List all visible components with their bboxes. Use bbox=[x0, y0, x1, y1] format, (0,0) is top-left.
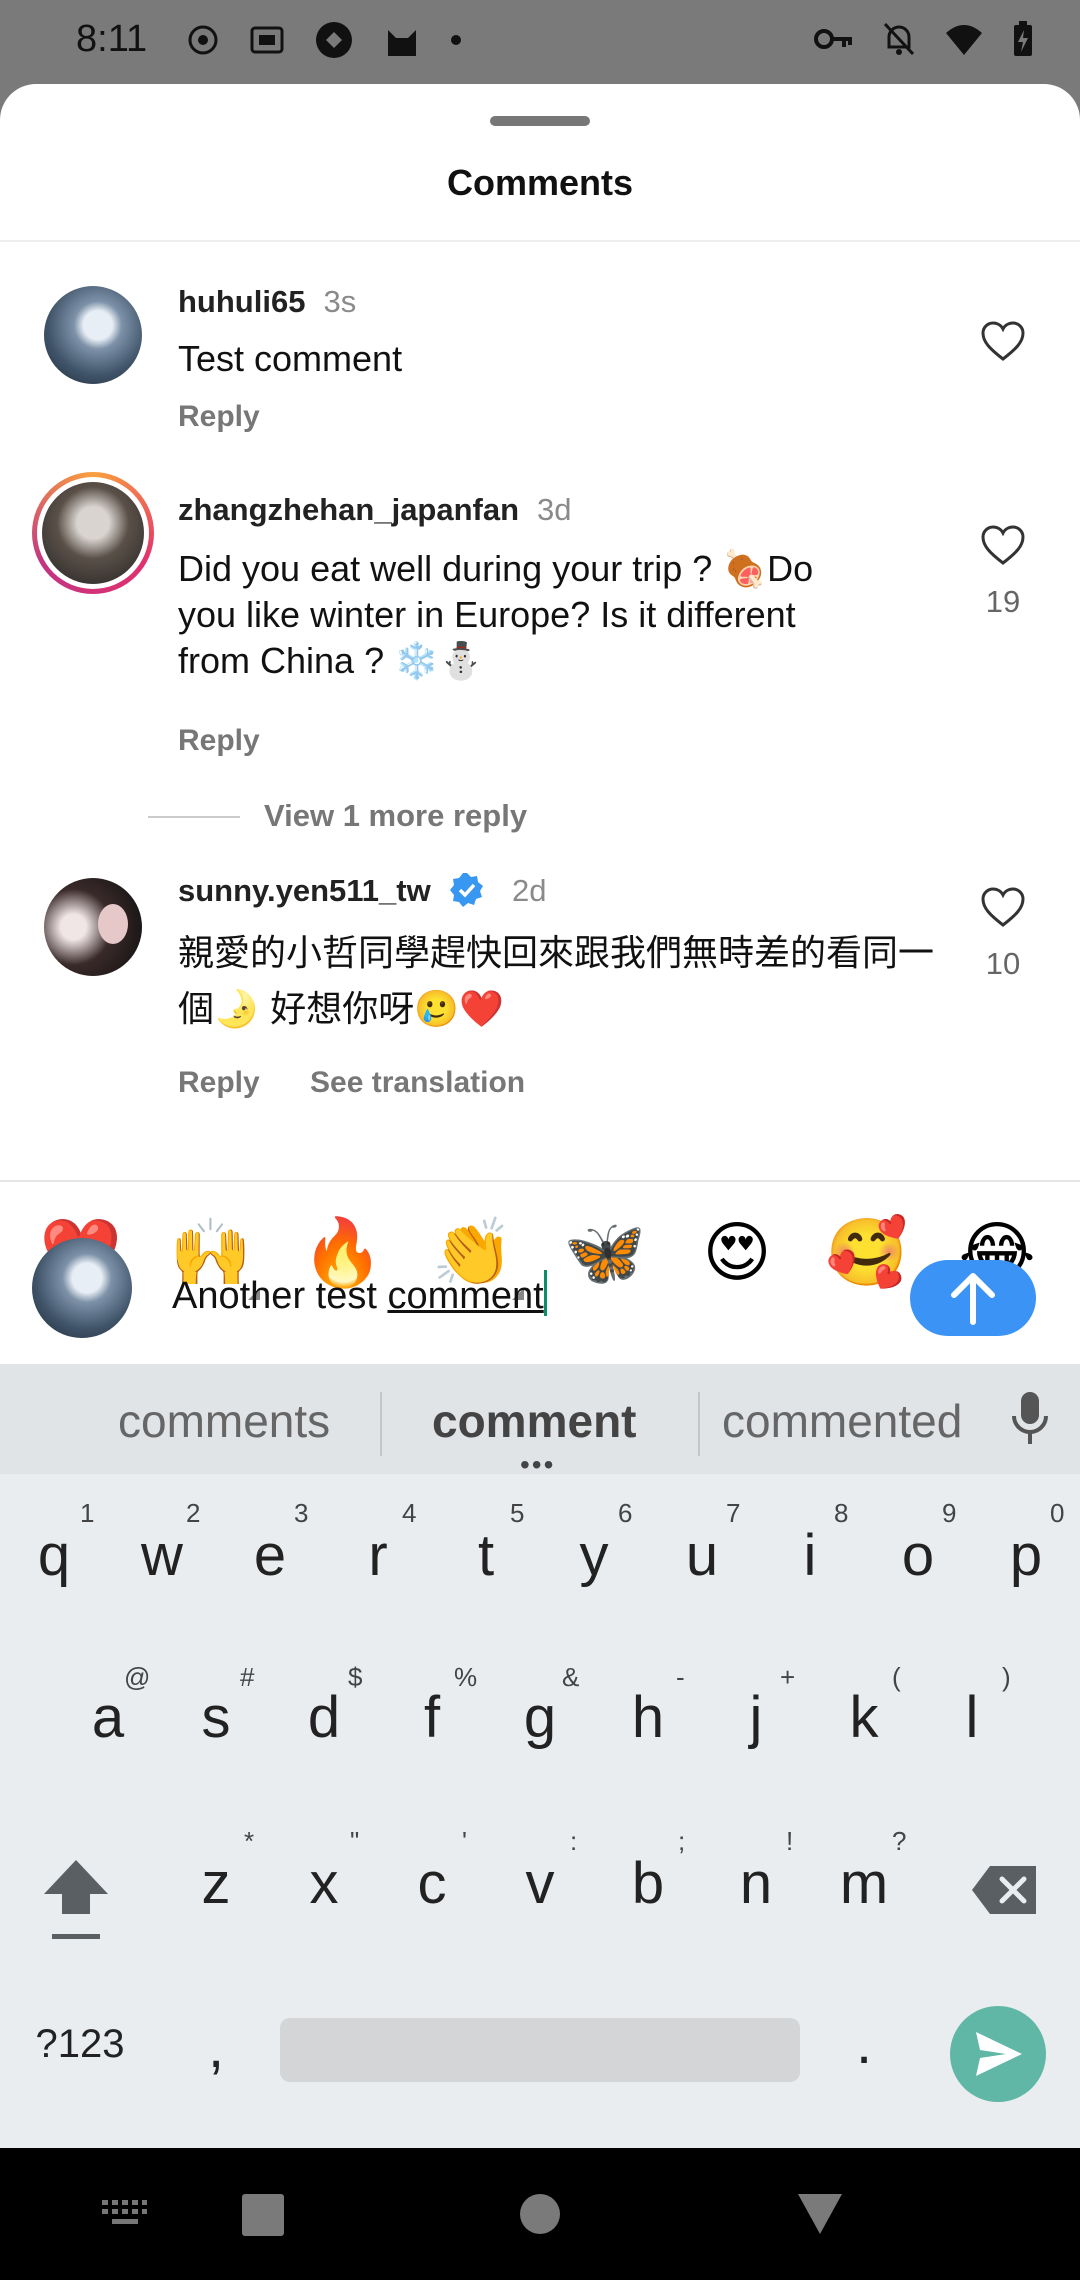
comment-composer: Another test comment bbox=[0, 1230, 1080, 1364]
reply-button[interactable]: Reply bbox=[178, 400, 260, 434]
view-more-replies-button[interactable]: View 1 more reply bbox=[264, 798, 527, 834]
key-e[interactable]: e bbox=[220, 1522, 320, 1589]
suggestion-center[interactable]: comment bbox=[432, 1394, 636, 1448]
comment-text: Did you eat well during your trip ? 🍖Do … bbox=[178, 548, 814, 681]
key-w[interactable]: w bbox=[112, 1522, 212, 1589]
app-icon bbox=[316, 22, 352, 58]
cat-icon bbox=[388, 30, 416, 56]
comment-text: Test comment bbox=[178, 338, 403, 379]
keyboard-switch-icon[interactable] bbox=[100, 2198, 148, 2228]
comment-list[interactable]: huhuli65 3s Test comment Reply zhangzheha… bbox=[0, 242, 1080, 1180]
reply-button[interactable]: Reply bbox=[178, 1066, 260, 1099]
key-d[interactable]: d bbox=[274, 1684, 374, 1751]
comment-item: zhangzhehan_japanfan 3d Did you eat well … bbox=[0, 472, 1080, 842]
comments-sheet: Comments huhuli65 3s Test comment Reply z… bbox=[0, 84, 1080, 1364]
battery-icon bbox=[1014, 21, 1032, 56]
key-t[interactable]: t bbox=[436, 1522, 536, 1589]
key-s[interactable]: s bbox=[166, 1684, 266, 1751]
key-n[interactable]: n bbox=[706, 1850, 806, 1917]
divider bbox=[0, 1180, 1080, 1182]
comment-time: 3d bbox=[537, 492, 572, 527]
reply-button[interactable]: Reply bbox=[178, 724, 260, 758]
key-p[interactable]: p bbox=[976, 1522, 1076, 1589]
comment-time: 2d bbox=[511, 873, 547, 908]
avatar[interactable] bbox=[32, 472, 154, 594]
key-l[interactable]: l bbox=[922, 1684, 1022, 1751]
comment-input[interactable]: Another test comment bbox=[172, 1270, 547, 1318]
key-c[interactable]: c bbox=[382, 1850, 482, 1917]
suggestion-right[interactable]: commented bbox=[722, 1394, 962, 1448]
arrow-up-icon bbox=[951, 1273, 995, 1325]
username[interactable]: huhuli65 bbox=[178, 284, 305, 319]
home-button[interactable] bbox=[520, 2194, 560, 2234]
key-f[interactable]: f bbox=[382, 1684, 482, 1751]
dot-icon bbox=[451, 35, 461, 45]
more-suggestions-icon[interactable]: ••• bbox=[520, 1451, 555, 1479]
username[interactable]: zhangzhehan_japanfan bbox=[178, 492, 519, 527]
divider bbox=[148, 816, 240, 818]
comment-text: 親愛的小哲同學趕快回來跟我們無時差的看同一個🌛 好想你呀🥲❤️ bbox=[178, 933, 935, 1030]
key-comma[interactable]: , bbox=[166, 2014, 266, 2081]
send-icon bbox=[976, 2032, 1022, 2076]
symbols-key[interactable]: ?123 bbox=[20, 2022, 140, 2067]
comment-time: 3s bbox=[323, 284, 357, 319]
suggestion-bar: comments comment commented ••• bbox=[0, 1364, 1080, 1479]
navigation-bar bbox=[0, 2148, 1080, 2280]
suggestion-left[interactable]: comments bbox=[118, 1394, 330, 1448]
like-count: 19 bbox=[985, 584, 1021, 619]
key-b[interactable]: b bbox=[598, 1850, 698, 1917]
enter-key[interactable] bbox=[950, 2006, 1046, 2102]
divider bbox=[380, 1392, 382, 1456]
key-m[interactable]: m bbox=[814, 1850, 914, 1917]
avatar[interactable] bbox=[44, 286, 142, 384]
status-time: 8:11 bbox=[76, 18, 148, 60]
status-bar: 8:11 bbox=[0, 0, 1080, 84]
key-k[interactable]: k bbox=[814, 1684, 914, 1751]
microphone-icon[interactable] bbox=[1010, 1390, 1050, 1448]
recents-button[interactable] bbox=[242, 2194, 284, 2236]
current-user-avatar bbox=[32, 1238, 132, 1338]
username[interactable]: sunny.yen511_tw bbox=[178, 873, 431, 908]
sheet-title: Comments bbox=[446, 162, 634, 203]
key-period[interactable]: . bbox=[814, 2010, 914, 2077]
see-translation-button[interactable]: See translation bbox=[310, 1066, 525, 1099]
back-button[interactable] bbox=[796, 2192, 844, 2236]
post-button[interactable] bbox=[910, 1260, 1036, 1336]
iqiyi-icon bbox=[250, 26, 284, 54]
verified-badge-icon bbox=[450, 873, 484, 907]
backspace-icon[interactable] bbox=[970, 1864, 1040, 1916]
key-i[interactable]: i bbox=[760, 1522, 860, 1589]
key-v[interactable]: v bbox=[490, 1850, 590, 1917]
space-bar[interactable] bbox=[280, 2018, 800, 2082]
shift-icon[interactable] bbox=[40, 1856, 112, 1940]
comment-item: sunny.yen511_tw 2d 親愛的小哲同學趕快回來跟我們無時差的看同一… bbox=[0, 842, 1080, 1180]
key-j[interactable]: j bbox=[706, 1684, 806, 1751]
key-a[interactable]: a bbox=[58, 1684, 158, 1751]
like-count: 10 bbox=[985, 946, 1021, 981]
avatar[interactable] bbox=[44, 878, 142, 976]
wifi-icon bbox=[946, 25, 982, 55]
key-x[interactable]: x bbox=[274, 1850, 374, 1917]
key-h[interactable]: h bbox=[598, 1684, 698, 1751]
text-cursor bbox=[543, 1270, 547, 1316]
heart-icon[interactable] bbox=[980, 320, 1026, 362]
key-g[interactable]: g bbox=[490, 1684, 590, 1751]
divider bbox=[698, 1392, 700, 1456]
drag-handle[interactable] bbox=[490, 116, 590, 126]
heart-icon[interactable] bbox=[980, 524, 1026, 566]
key-o[interactable]: o bbox=[868, 1522, 968, 1589]
key-q[interactable]: q bbox=[4, 1522, 104, 1589]
keyboard: comments comment commented ••• 1 q 2 w 3… bbox=[0, 1364, 1080, 2148]
key-u[interactable]: u bbox=[652, 1522, 752, 1589]
heart-icon[interactable] bbox=[980, 886, 1026, 928]
record-icon bbox=[188, 25, 218, 55]
comment-item: huhuli65 3s Test comment Reply bbox=[0, 242, 1080, 472]
key-z[interactable]: z bbox=[166, 1850, 266, 1917]
bell-off-icon bbox=[883, 22, 915, 56]
key-r[interactable]: r bbox=[328, 1522, 428, 1589]
key-icon bbox=[814, 29, 852, 49]
key-y[interactable]: y bbox=[544, 1522, 644, 1589]
